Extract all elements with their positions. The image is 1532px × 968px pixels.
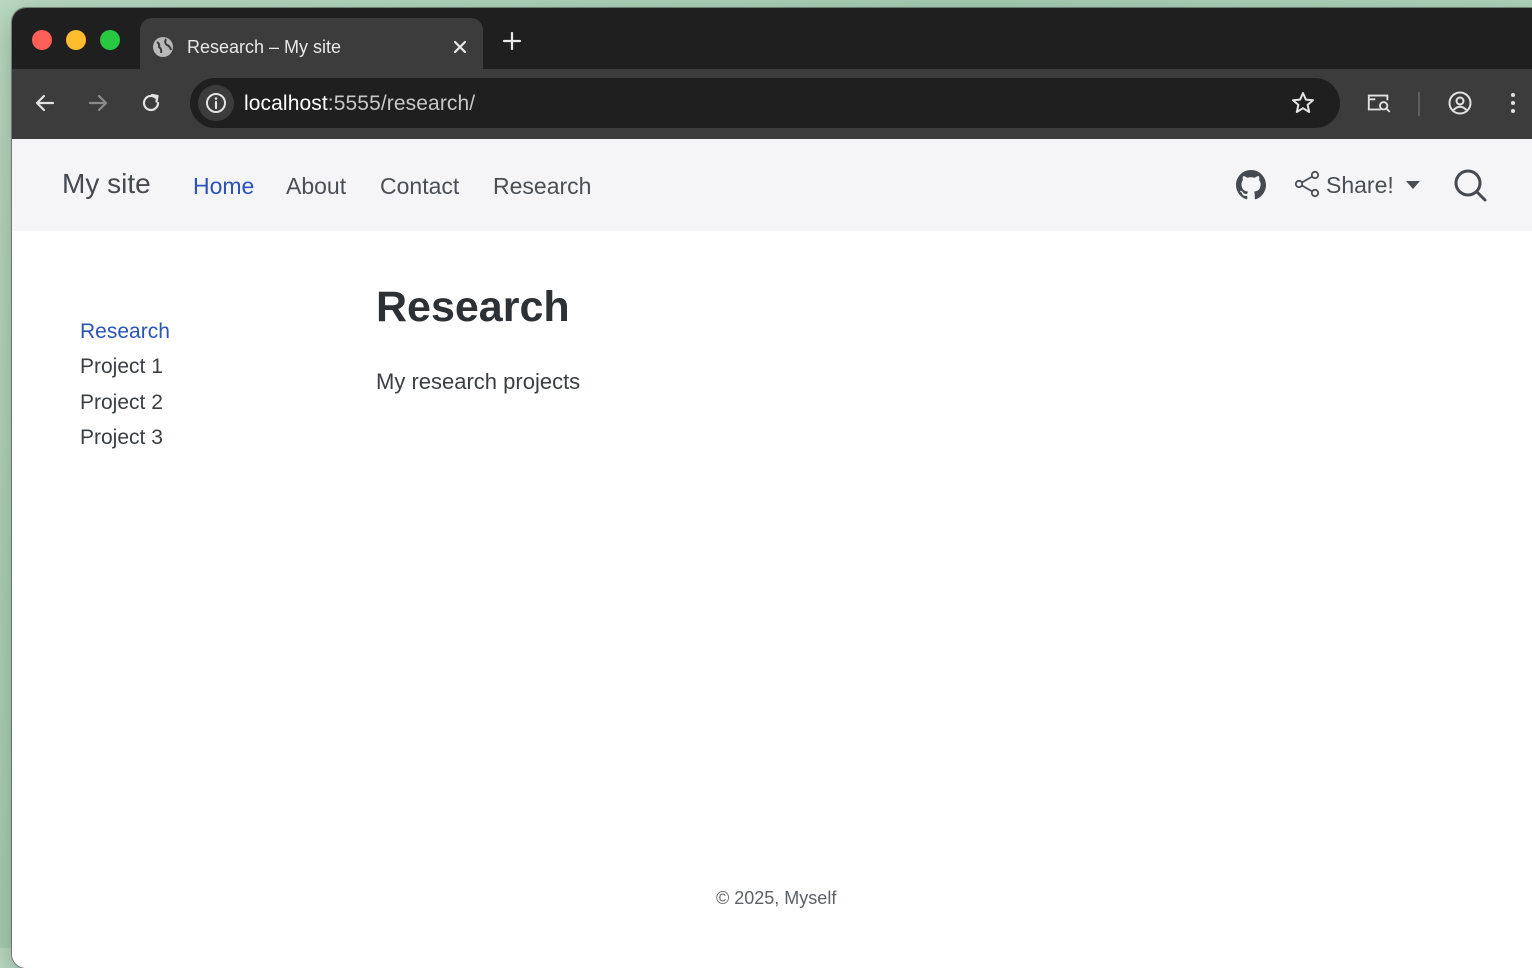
footer-copyright: © 2025, Myself [716, 888, 837, 908]
page-description: My research projects [376, 369, 581, 394]
maximize-window-button[interactable] [100, 30, 120, 50]
tab-search-icon[interactable] [1366, 90, 1392, 116]
nav-link-home[interactable]: Home [193, 173, 254, 200]
forward-icon[interactable] [85, 90, 111, 116]
browser-window: Research – My site localhost:5555/resear… [12, 8, 1532, 968]
toolbar-divider [1418, 92, 1420, 116]
url-host: localhost [244, 92, 328, 115]
browser-toolbar: localhost:5555/research/ [12, 69, 1532, 139]
nav-link-contact[interactable]: Contact [380, 173, 459, 200]
reload-icon[interactable] [138, 90, 164, 116]
site-navbar: My site Home About Contact Research Shar… [12, 139, 1532, 231]
plus-icon[interactable] [499, 28, 525, 54]
site-info-button[interactable] [198, 85, 234, 121]
profile-icon[interactable] [1447, 90, 1473, 116]
nav-link-about[interactable]: About [286, 173, 346, 200]
share-label: Share! [1326, 172, 1394, 198]
url-path: :5555/research/ [327, 92, 476, 115]
address-bar[interactable]: localhost:5555/research/ [190, 78, 1340, 128]
sidebar-item-project-3[interactable]: Project 3 [80, 426, 163, 450]
menu-dots-icon[interactable] [1500, 90, 1526, 116]
star-icon[interactable] [1290, 90, 1316, 116]
tab-strip: Research – My site [12, 8, 1532, 69]
chevron-down-icon [1406, 181, 1420, 189]
search-icon[interactable] [1452, 167, 1488, 203]
back-icon[interactable] [32, 90, 58, 116]
url-text[interactable]: localhost:5555/research/ [244, 92, 475, 116]
page-title: Research [376, 283, 570, 331]
web-page: My site Home About Contact Research Shar… [12, 139, 1532, 968]
info-icon [206, 93, 226, 113]
sidebar-item-project-1[interactable]: Project 1 [80, 355, 163, 379]
close-window-button[interactable] [32, 30, 52, 50]
site-brand[interactable]: My site [62, 168, 151, 200]
browser-tab[interactable]: Research – My site [140, 18, 483, 69]
nav-link-research[interactable]: Research [493, 173, 591, 200]
share-icon [1294, 170, 1320, 198]
tab-title: Research – My site [187, 37, 342, 57]
minimize-window-button[interactable] [66, 30, 86, 50]
github-icon[interactable] [1236, 170, 1266, 200]
sidebar-item-project-2[interactable]: Project 2 [80, 391, 163, 415]
close-icon[interactable] [448, 35, 472, 59]
globe-icon [153, 37, 173, 57]
sidebar-item-research[interactable]: Research [80, 320, 170, 344]
